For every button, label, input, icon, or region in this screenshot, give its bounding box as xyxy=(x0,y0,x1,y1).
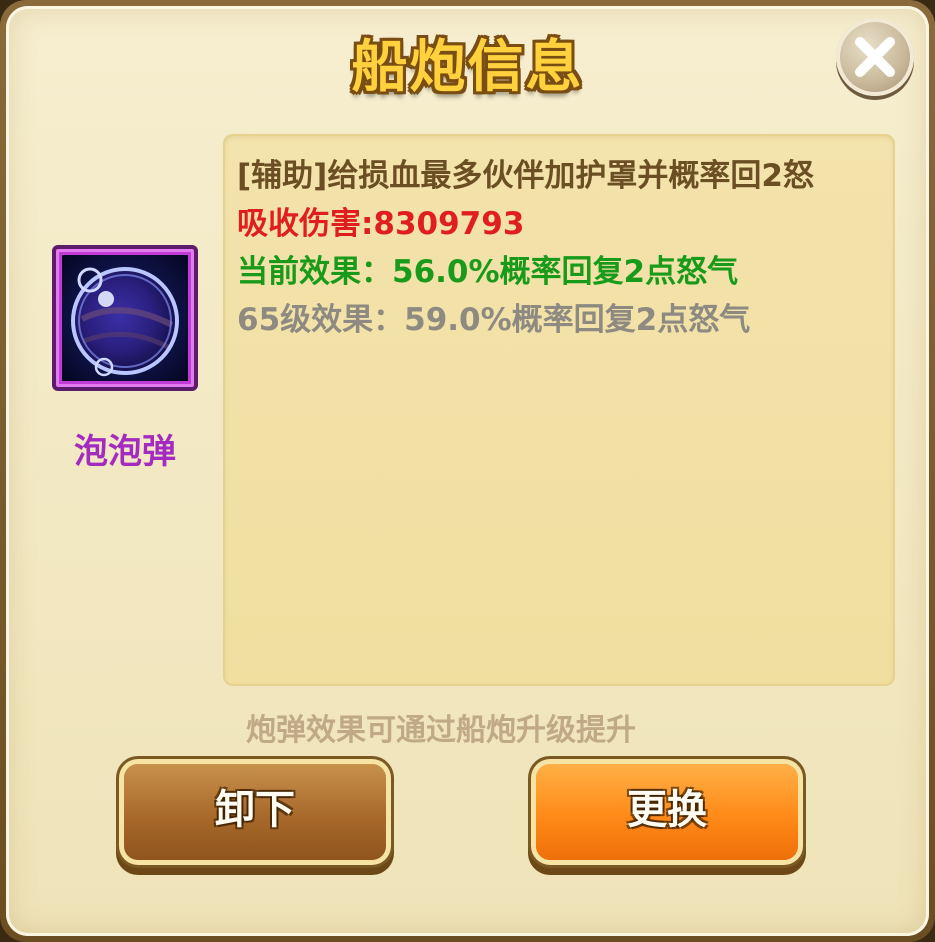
absorb-damage-label: 吸收伤害: xyxy=(237,206,374,242)
replace-button[interactable]: 更换 xyxy=(536,764,798,860)
next-level-effect-line: 65级效果：59.0%概率回复2点怒气 xyxy=(237,302,751,338)
skill-type-description: [辅助]给损血最多伙伴加护罩并概率回2怒 xyxy=(237,158,814,194)
absorb-damage-line: 吸收伤害:8309793 xyxy=(237,200,877,248)
current-effect-line: 当前效果：56.0%概率回复2点怒气 xyxy=(237,254,739,290)
absorb-damage-value: 8309793 xyxy=(373,206,525,242)
dialog-title: 船炮信息 xyxy=(351,35,584,100)
unequip-button[interactable]: 卸下 xyxy=(124,764,386,860)
description-box: [辅助]给损血最多伙伴加护罩并概率回2怒 吸收伤害:8309793 当前效果：5… xyxy=(223,134,895,686)
close-button[interactable] xyxy=(836,18,914,96)
item-icon-frame[interactable] xyxy=(52,245,198,391)
item-name: 泡泡弹 xyxy=(74,432,176,472)
close-icon xyxy=(855,37,895,77)
bubble-orb-icon xyxy=(62,255,188,381)
description-text: [辅助]给损血最多伙伴加护罩并概率回2怒 吸收伤害:8309793 当前效果：5… xyxy=(237,152,877,344)
upgrade-hint: 炮弹效果可通过船炮升级提升 xyxy=(246,713,636,748)
